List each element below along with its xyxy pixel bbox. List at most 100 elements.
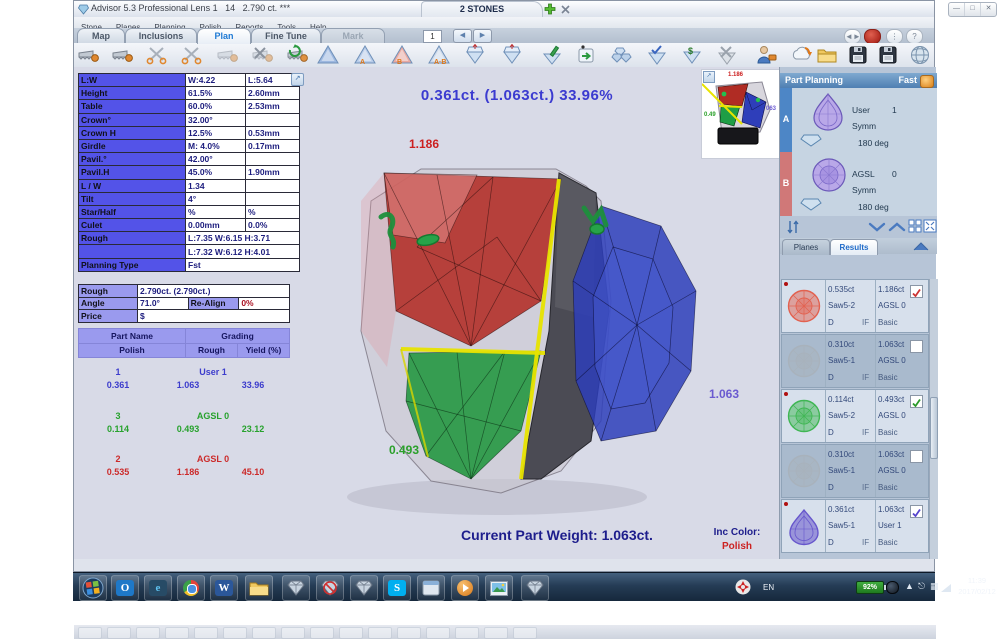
measure-value[interactable]: 32.00°	[186, 113, 246, 126]
minimize-button[interactable]: —	[949, 3, 965, 16]
restore-button[interactable]: □	[965, 3, 981, 16]
result-checkbox[interactable]	[910, 505, 923, 518]
measure-value[interactable]: 0.0%	[246, 219, 300, 232]
saw-icon[interactable]	[77, 44, 99, 66]
results-scrollbar-thumb[interactable]	[930, 397, 938, 459]
tab-fine-tune[interactable]: Fine Tune	[251, 28, 321, 44]
price-value[interactable]: $	[138, 310, 290, 323]
measure-value[interactable]: 61.5%	[186, 87, 246, 100]
gem-trio-icon[interactable]	[611, 44, 633, 66]
result-row[interactable]: 0.114ctSaw5-2DIF0.493ctAGSL 0Basic	[781, 389, 929, 443]
chevron-up-icon[interactable]	[888, 222, 906, 232]
photo-viewer-icon[interactable]	[485, 575, 513, 601]
network-tray-icon[interactable]: ▦	[930, 581, 939, 592]
measure-value[interactable]: %	[186, 205, 246, 218]
add-stone-icon[interactable]	[544, 3, 556, 15]
measure-value[interactable]	[246, 192, 300, 205]
chrome-icon[interactable]	[177, 575, 205, 601]
advisor-gem-icon[interactable]	[282, 575, 310, 601]
measure-value[interactable]: L:7.35 W:6.15 H:3.71	[186, 232, 300, 245]
tab-results[interactable]: Results	[830, 239, 878, 255]
tray-clock[interactable]: 11:39 2017/02/12	[951, 576, 1000, 598]
start-button[interactable]	[79, 575, 107, 601]
fast-mode-label[interactable]: Fast	[898, 73, 917, 88]
result-row[interactable]: 0.361ctSaw5-1DIF1.063ctUser 1Basic	[781, 499, 929, 553]
measure-value[interactable]: 2.53mm	[246, 100, 300, 113]
result-checkbox[interactable]	[910, 450, 923, 463]
stone-3d-viewport[interactable]: 0.361ct. (1.063ct.) 33.96%	[297, 67, 779, 559]
stones-tab[interactable]: 2 STONES	[421, 1, 543, 17]
measure-value[interactable]	[246, 153, 300, 166]
tab-map[interactable]: Map	[77, 28, 125, 44]
saw-rotate-icon[interactable]	[286, 44, 308, 66]
part-ab-icon[interactable]: A·B	[428, 44, 450, 66]
measure-value[interactable]: L:7.32 W:6.12 H:4.01	[186, 245, 300, 258]
saw-deep-icon[interactable]	[111, 44, 133, 66]
measure-value[interactable]: M: 4.0%	[186, 139, 246, 152]
collapse-grid-icon[interactable]	[908, 219, 922, 233]
result-checkbox[interactable]	[910, 395, 923, 408]
media-player-icon[interactable]	[451, 575, 479, 601]
title-bar[interactable]: Advisor 5.3 Professional Lens 1 14 2.790…	[74, 1, 934, 18]
cloud-undo-icon[interactable]	[791, 44, 813, 66]
open-folder-icon[interactable]	[816, 44, 838, 66]
result-checkbox[interactable]	[910, 340, 923, 353]
next-page-button[interactable]: ▶	[473, 29, 492, 43]
record-button[interactable]	[864, 29, 881, 44]
result-checkbox[interactable]	[910, 285, 923, 298]
measure-value[interactable]: 45.0%	[186, 166, 246, 179]
battery-indicator[interactable]: 92%	[856, 581, 884, 594]
measure-value[interactable]: 1.90mm	[246, 166, 300, 179]
result-row[interactable]: 0.310ctSaw5-1DIF1.063ctAGSL 0Basic	[781, 334, 929, 388]
measure-value[interactable]	[246, 113, 300, 126]
result-row[interactable]: 0.535ctSaw5-2DIF1.186ctAGSL 0Basic	[781, 279, 929, 333]
planning-section-a[interactable]: A User 1 Symm 180 deg	[780, 88, 937, 153]
chevron-down-icon[interactable]	[868, 222, 886, 232]
options-button[interactable]: ⋮	[886, 29, 903, 44]
measure-value[interactable]: 1.34	[186, 179, 246, 192]
realign-label[interactable]: Re-Align	[188, 297, 239, 310]
file-explorer-icon[interactable]	[245, 575, 273, 601]
gem-flip-down-icon[interactable]	[501, 44, 523, 66]
internet-explorer-icon[interactable]: e	[144, 575, 172, 601]
power-tray-icon[interactable]	[886, 581, 899, 594]
scissors-gold-icon[interactable]	[181, 44, 203, 66]
measure-value[interactable]: Fst	[186, 258, 300, 271]
measure-value[interactable]: 12.5%	[186, 126, 246, 139]
approve-user-icon[interactable]	[756, 44, 778, 66]
usb-tray-icon[interactable]: ⎋	[918, 581, 925, 592]
web-globe-icon[interactable]	[909, 44, 931, 66]
scissors-icon[interactable]	[146, 44, 168, 66]
measure-value[interactable]: %	[246, 205, 300, 218]
word-icon[interactable]: W	[210, 575, 238, 601]
page-number-box[interactable]: 1	[423, 30, 442, 43]
app-window-icon[interactable]	[417, 575, 445, 601]
measure-value[interactable]: 2.60mm	[246, 87, 300, 100]
skype-icon[interactable]: S	[383, 575, 411, 601]
tab-planes[interactable]: Planes	[782, 239, 830, 255]
part-planning-header[interactable]: Part Planning Fast	[780, 73, 937, 88]
gem-edit-icon[interactable]	[541, 44, 563, 66]
measure-value[interactable]: 0.00mm	[186, 219, 246, 232]
save-icon[interactable]	[847, 44, 869, 66]
triangle-part-icon[interactable]	[317, 44, 339, 66]
gem-discard-icon[interactable]	[716, 44, 738, 66]
show-hidden-icons[interactable]: ▲	[905, 581, 914, 591]
tab-plan[interactable]: Plan	[197, 28, 251, 44]
inset-expand-icon[interactable]: ↗	[703, 71, 715, 83]
measure-value[interactable]: 60.0%	[186, 100, 246, 113]
measure-value[interactable]: 0.17mm	[246, 139, 300, 152]
result-row[interactable]: 0.310ctSaw5-1DIF1.063ctAGSL 0Basic	[781, 444, 929, 498]
saw-remove-icon[interactable]	[251, 44, 273, 66]
pan-arrows-button[interactable]: ◄►	[844, 29, 861, 44]
part-a-icon[interactable]: A	[354, 44, 376, 66]
measure-value[interactable]: 0.53mm	[246, 126, 300, 139]
cleave-disabled-icon[interactable]	[216, 44, 238, 66]
expand-grid-icon[interactable]	[923, 219, 937, 233]
sort-icon[interactable]	[786, 219, 802, 235]
planning-settings-icon[interactable]	[920, 75, 934, 88]
gem-export-icon[interactable]	[576, 44, 598, 66]
part-b-icon[interactable]: B	[391, 44, 413, 66]
close-button[interactable]: ✕	[981, 3, 996, 16]
tray-lang[interactable]: EN	[763, 573, 774, 601]
